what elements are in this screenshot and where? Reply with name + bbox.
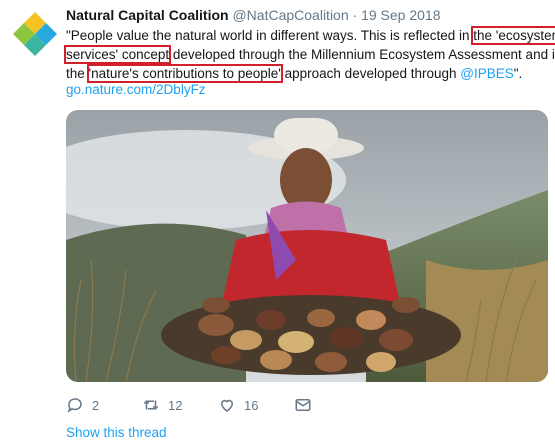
like-button[interactable]: 16 <box>218 396 294 414</box>
text-part: "People value the natural world in diffe… <box>66 28 474 43</box>
author-name[interactable]: Natural Capital Coalition <box>66 7 229 23</box>
show-thread-link[interactable]: Show this thread <box>66 425 167 440</box>
text-part: ". <box>513 66 523 81</box>
like-count: 16 <box>244 397 259 413</box>
like-icon <box>220 399 234 412</box>
separator: · <box>352 7 358 23</box>
text-part: the <box>66 66 89 81</box>
highlight-natures-contributions: 'nature's contributions to people' <box>86 64 283 83</box>
tweet-header: Natural Capital Coalition @NatCapCoaliti… <box>66 6 440 24</box>
text-part: approach developed through <box>280 66 461 81</box>
author-handle[interactable]: @NatCapCoalition <box>232 7 348 23</box>
tweet-actions: 2 12 16 <box>66 396 370 414</box>
message-button[interactable] <box>294 396 370 414</box>
message-icon <box>295 399 311 411</box>
mention-ipbes[interactable]: @IPBES <box>460 66 513 81</box>
tweet-text: "People value the natural world in diffe… <box>63 26 555 83</box>
avatar[interactable] <box>12 10 58 56</box>
retweet-icon <box>143 400 159 410</box>
tweet-date[interactable]: 19 Sep 2018 <box>361 7 440 23</box>
highlight-ecosystem: the 'ecosystem <box>471 26 555 45</box>
reply-icon <box>67 398 82 413</box>
reply-count: 2 <box>92 397 100 413</box>
natural-capital-coalition-logo <box>13 12 57 56</box>
retweet-button[interactable]: 12 <box>142 396 218 414</box>
tweet-link[interactable]: go.nature.com/2DblyFz <box>66 82 206 97</box>
tweet-photo[interactable] <box>66 110 548 382</box>
reply-button[interactable]: 2 <box>66 396 142 414</box>
text-part: developed through the Millennium Ecosyst… <box>169 47 555 62</box>
retweet-count: 12 <box>168 397 183 413</box>
photo-woman-with-potatoes <box>66 110 548 382</box>
highlight-services-concept: services' concept <box>63 45 172 64</box>
